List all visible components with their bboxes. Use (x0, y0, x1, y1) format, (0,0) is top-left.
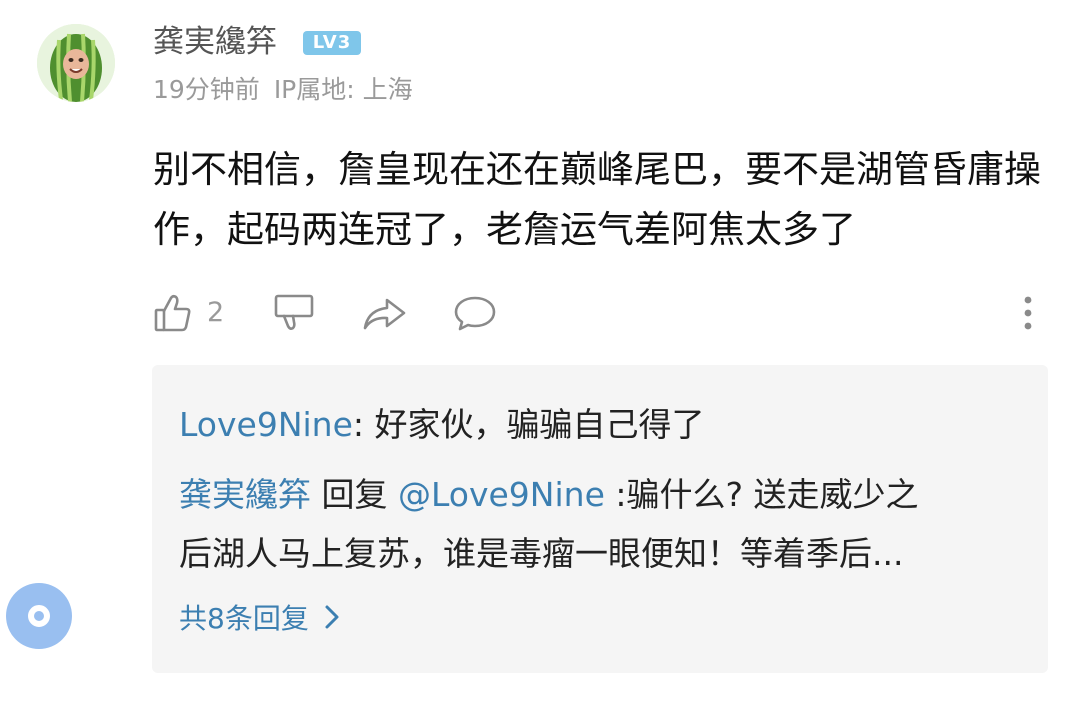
ip-location: IP属地: 上海 (273, 75, 413, 104)
more-vertical-icon (1013, 292, 1043, 334)
reply-author-name[interactable]: 龚実纔笲 (179, 475, 311, 514)
reply-text: 好家伙，骗骗自己得了 (374, 405, 705, 444)
avatar[interactable] (37, 24, 115, 102)
share-button[interactable] (360, 290, 408, 336)
comment-text: 别不相信，詹皇现在还在巅峰尾巴，要不是湖管昏庸操作，起码两连冠了，老詹运气差阿焦… (153, 148, 1041, 251)
comment-author-name[interactable]: 龚実纔笲 (153, 22, 277, 62)
reply-word: 回复 (311, 475, 398, 514)
reply-text-continued: 后湖人马上复苏，谁是毒瘤一眼便知！等着季后... (179, 534, 904, 573)
reply-button[interactable] (452, 290, 498, 336)
like-count: 2 (207, 297, 225, 328)
thumbs-up-icon (153, 292, 193, 334)
share-icon (360, 292, 408, 334)
comment-time: 19分钟前 (153, 75, 260, 104)
reply-mention[interactable]: @Love9Nine (398, 475, 605, 514)
dislike-button[interactable] (272, 290, 316, 336)
comment-meta: 19分钟前 IP属地: 上海 (153, 72, 413, 108)
total-replies-label: 共8条回复 (179, 602, 309, 635)
level-badge: LV3 (303, 31, 361, 55)
more-options-button[interactable] (1013, 290, 1043, 336)
comment-bubble-icon (452, 292, 498, 334)
view-all-replies-link[interactable]: 共8条回复 (179, 592, 341, 642)
chevron-right-icon (309, 603, 341, 631)
reply-preview-box[interactable]: Love9Nine: 好家伙，骗骗自己得了 龚実纔笲 回复 @Love9Nine… (152, 365, 1048, 673)
floating-ball-icon (28, 605, 50, 627)
like-button[interactable]: 2 (153, 290, 224, 336)
reply-text: :骗什么? 送走威少之 (604, 475, 919, 514)
reply-author-name[interactable]: Love9Nine (179, 405, 353, 444)
reply-item: Love9Nine: 好家伙，骗骗自己得了 (179, 395, 705, 455)
floating-ball-button[interactable] (6, 583, 72, 649)
reply-item: 龚実纔笲 回复 @Love9Nine :骗什么? 送走威少之 (179, 465, 919, 525)
reply-colon: : (352, 405, 375, 444)
thumbs-down-icon (272, 292, 316, 334)
